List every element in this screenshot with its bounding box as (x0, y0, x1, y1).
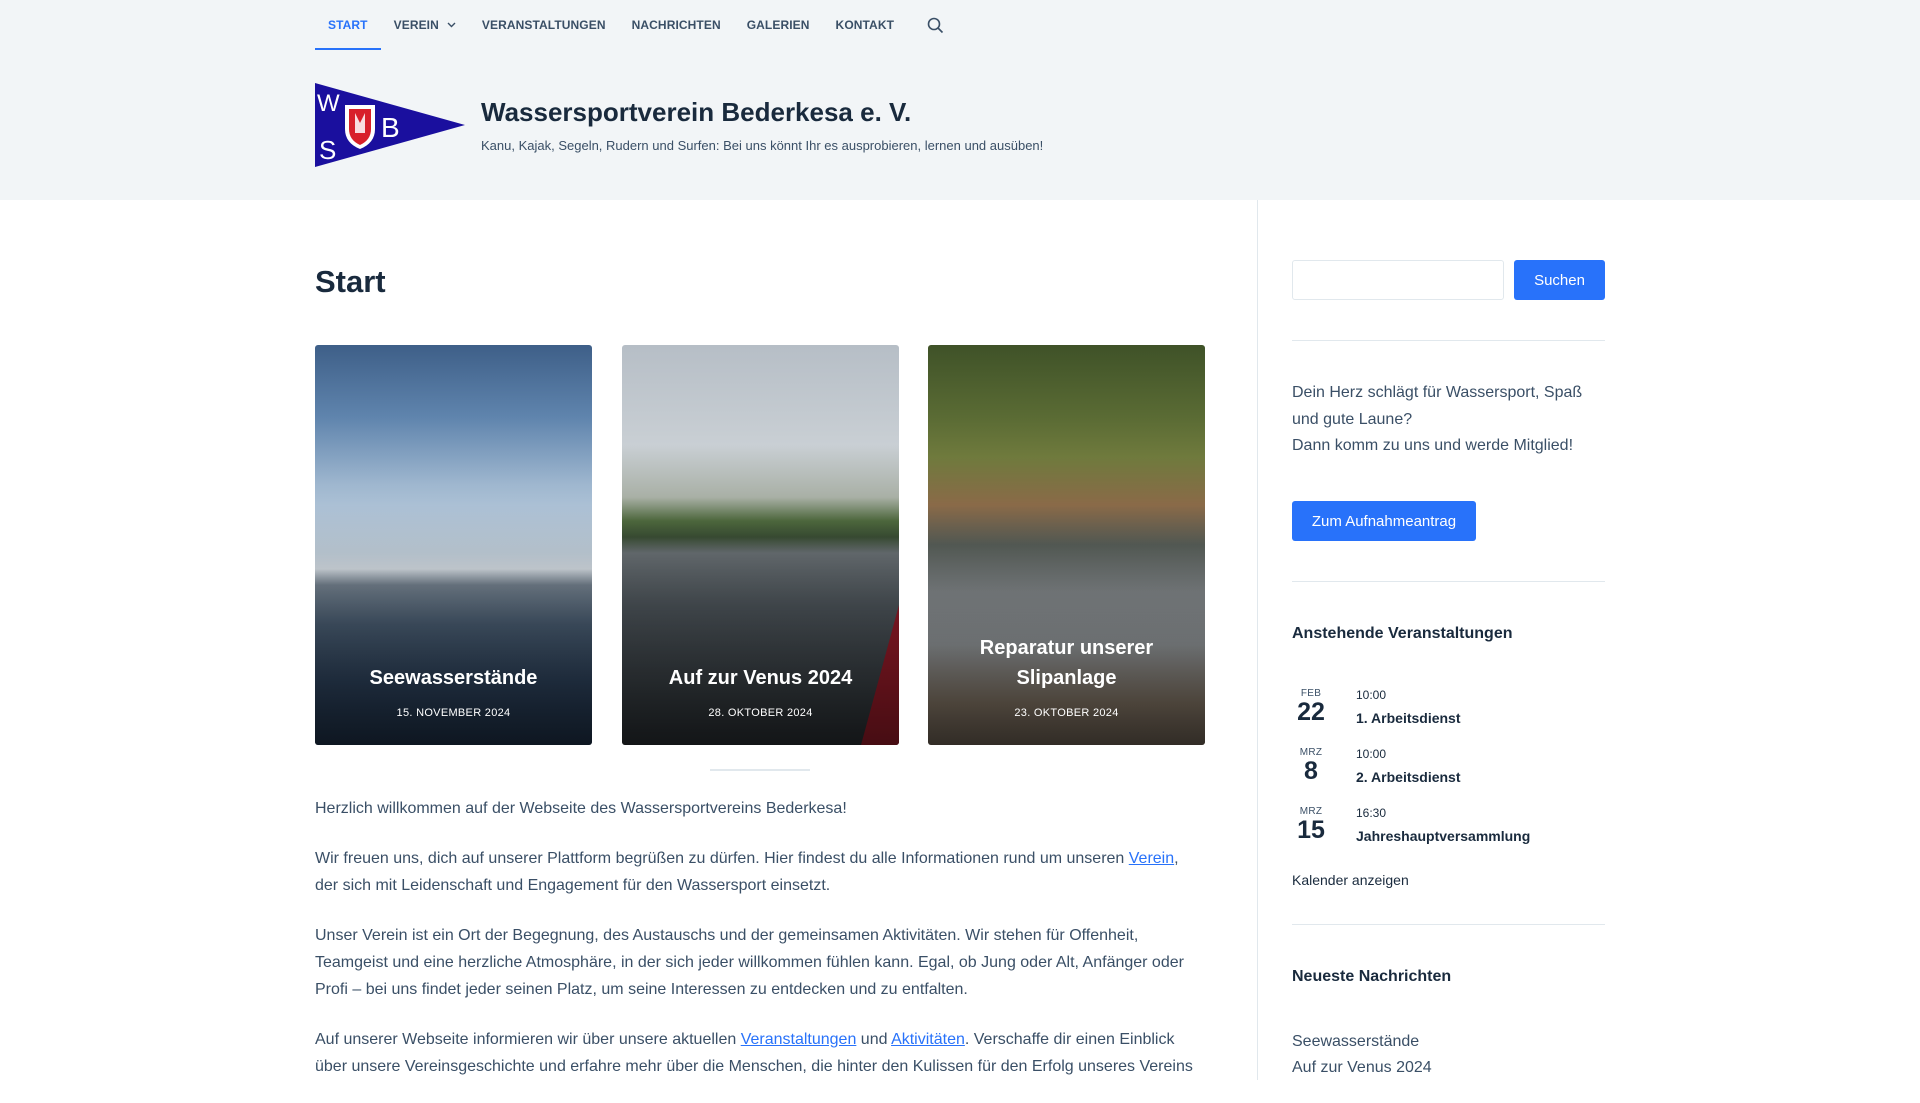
news-item[interactable]: Auf zur Venus 2024 (1292, 1059, 1432, 1077)
post-card-date: 23. OKTOBER 2024 (1014, 707, 1119, 719)
main-nav: START VEREIN VERANSTALTUNGEN NACHRICHTEN… (315, 0, 944, 50)
news-item[interactable]: Seewasserstände (1292, 1033, 1419, 1051)
site-logo[interactable]: W S B (315, 83, 465, 167)
site-title[interactable]: Wassersportverein Bederkesa e. V. (481, 97, 911, 128)
event-day: 22 (1297, 698, 1325, 726)
paragraph: Auf unserer Webseite informieren wir übe… (315, 1026, 1205, 1080)
page-title: Start (315, 264, 386, 299)
event-item[interactable]: FEB 22 10:00 1. Arbeitsdienst (1292, 688, 1605, 738)
logo-letter-s: S (319, 135, 336, 165)
nav-item-nachrichten[interactable]: NACHRICHTEN (619, 0, 734, 50)
membership-application-button[interactable]: Zum Aufnahmeantrag (1292, 501, 1476, 541)
event-item[interactable]: MRZ 15 16:30 Jahreshauptversammlung (1292, 806, 1605, 856)
post-card[interactable]: Reparatur unserer Slipanlage 23. OKTOBER… (928, 345, 1205, 745)
site-tagline: Kanu, Kajak, Segeln, Rudern und Surfen: … (481, 138, 1044, 153)
calendar-link[interactable]: Kalender anzeigen (1292, 872, 1409, 888)
post-card-caption: Reparatur unserer Slipanlage 23. OKTOBER… (938, 633, 1195, 719)
post-card[interactable]: Seewasserstände 15. NOVEMBER 2024 (315, 345, 592, 745)
nav-item-galerien[interactable]: GALERIEN (734, 0, 823, 50)
nav-item-label: NACHRICHTEN (631, 18, 721, 32)
event-time: 10:00 (1356, 688, 1387, 702)
event-title[interactable]: 2. Arbeitsdienst (1356, 769, 1461, 785)
sidebar-divider-line (1292, 924, 1605, 925)
paragraph-text: und (856, 1031, 892, 1048)
nav-item-veranstaltungen[interactable]: VERANSTALTUNGEN (469, 0, 619, 50)
event-item[interactable]: MRZ 8 10:00 2. Arbeitsdienst (1292, 747, 1605, 797)
post-card[interactable]: Auf zur Venus 2024 28. OKTOBER 2024 (622, 345, 899, 745)
sidebar-divider-line (1292, 340, 1605, 341)
site-header: START VEREIN VERANSTALTUNGEN NACHRICHTEN… (0, 0, 1920, 200)
sidebar-search-button[interactable]: Suchen (1514, 260, 1605, 300)
nav-item-label: GALERIEN (746, 18, 810, 32)
post-card-title[interactable]: Reparatur unserer Slipanlage (938, 633, 1195, 693)
event-title[interactable]: 1. Arbeitsdienst (1356, 710, 1461, 726)
post-card-title[interactable]: Auf zur Venus 2024 (632, 663, 889, 693)
aktivitaeten-link[interactable]: Aktivitäten (891, 1031, 965, 1048)
sidebar-divider (1257, 200, 1258, 1080)
nav-item-label: VERANSTALTUNGEN (481, 18, 606, 32)
post-card-title[interactable]: Seewasserstände (325, 663, 582, 693)
paragraph: Wir freuen uns, dich auf unserer Plattfo… (315, 845, 1205, 899)
membership-intro-line: Dann komm zu uns und werde Mitglied! (1292, 437, 1574, 454)
nav-item-label: KONTAKT (835, 18, 895, 32)
paragraph-text: Wir freuen uns, dich auf unserer Plattfo… (315, 850, 1129, 867)
news-heading: Neueste Nachrichten (1292, 968, 1452, 985)
nav-item-verein[interactable]: VEREIN (381, 0, 469, 50)
veranstaltungen-link[interactable]: Veranstaltungen (741, 1031, 857, 1048)
search-icon[interactable] (927, 0, 944, 50)
event-time: 10:00 (1356, 747, 1387, 761)
nav-item-start[interactable]: START (315, 0, 381, 50)
chevron-down-icon[interactable] (447, 22, 456, 28)
sidebar-search-input[interactable] (1292, 260, 1504, 300)
sidebar-divider-line (1292, 581, 1605, 582)
logo-letter-b: B (381, 112, 400, 143)
event-day: 15 (1297, 816, 1325, 844)
nav-item-label: START (328, 18, 368, 32)
verein-link[interactable]: Verein (1129, 850, 1174, 867)
event-title[interactable]: Jahreshauptversammlung (1356, 828, 1530, 844)
separator (710, 769, 810, 771)
post-card-caption: Auf zur Venus 2024 28. OKTOBER 2024 (632, 663, 889, 719)
post-card-caption: Seewasserstände 15. NOVEMBER 2024 (325, 663, 582, 719)
post-card-date: 28. OKTOBER 2024 (708, 707, 813, 719)
paragraph: Herzlich willkommen auf der Webseite des… (315, 800, 847, 817)
paragraph-text: Auf unserer Webseite informieren wir übe… (315, 1031, 741, 1048)
paragraph: Unser Verein ist ein Ort der Begegnung, … (315, 927, 1184, 998)
post-card-date: 15. NOVEMBER 2024 (396, 707, 511, 719)
membership-intro-line: Dein Herz schlägt für Wassersport, Spaß … (1292, 384, 1583, 428)
nav-item-kontakt[interactable]: KONTAKT (823, 0, 907, 50)
events-heading: Anstehende Veranstaltungen (1292, 625, 1513, 642)
logo-letter-w: W (317, 90, 340, 117)
event-time: 16:30 (1356, 806, 1387, 820)
nav-item-label: VEREIN (393, 18, 439, 32)
intro-content: Herzlich willkommen auf der Webseite des… (315, 795, 1205, 1103)
event-day: 8 (1304, 757, 1318, 785)
membership-intro: Dein Herz schlägt für Wassersport, Spaß … (1292, 380, 1605, 460)
